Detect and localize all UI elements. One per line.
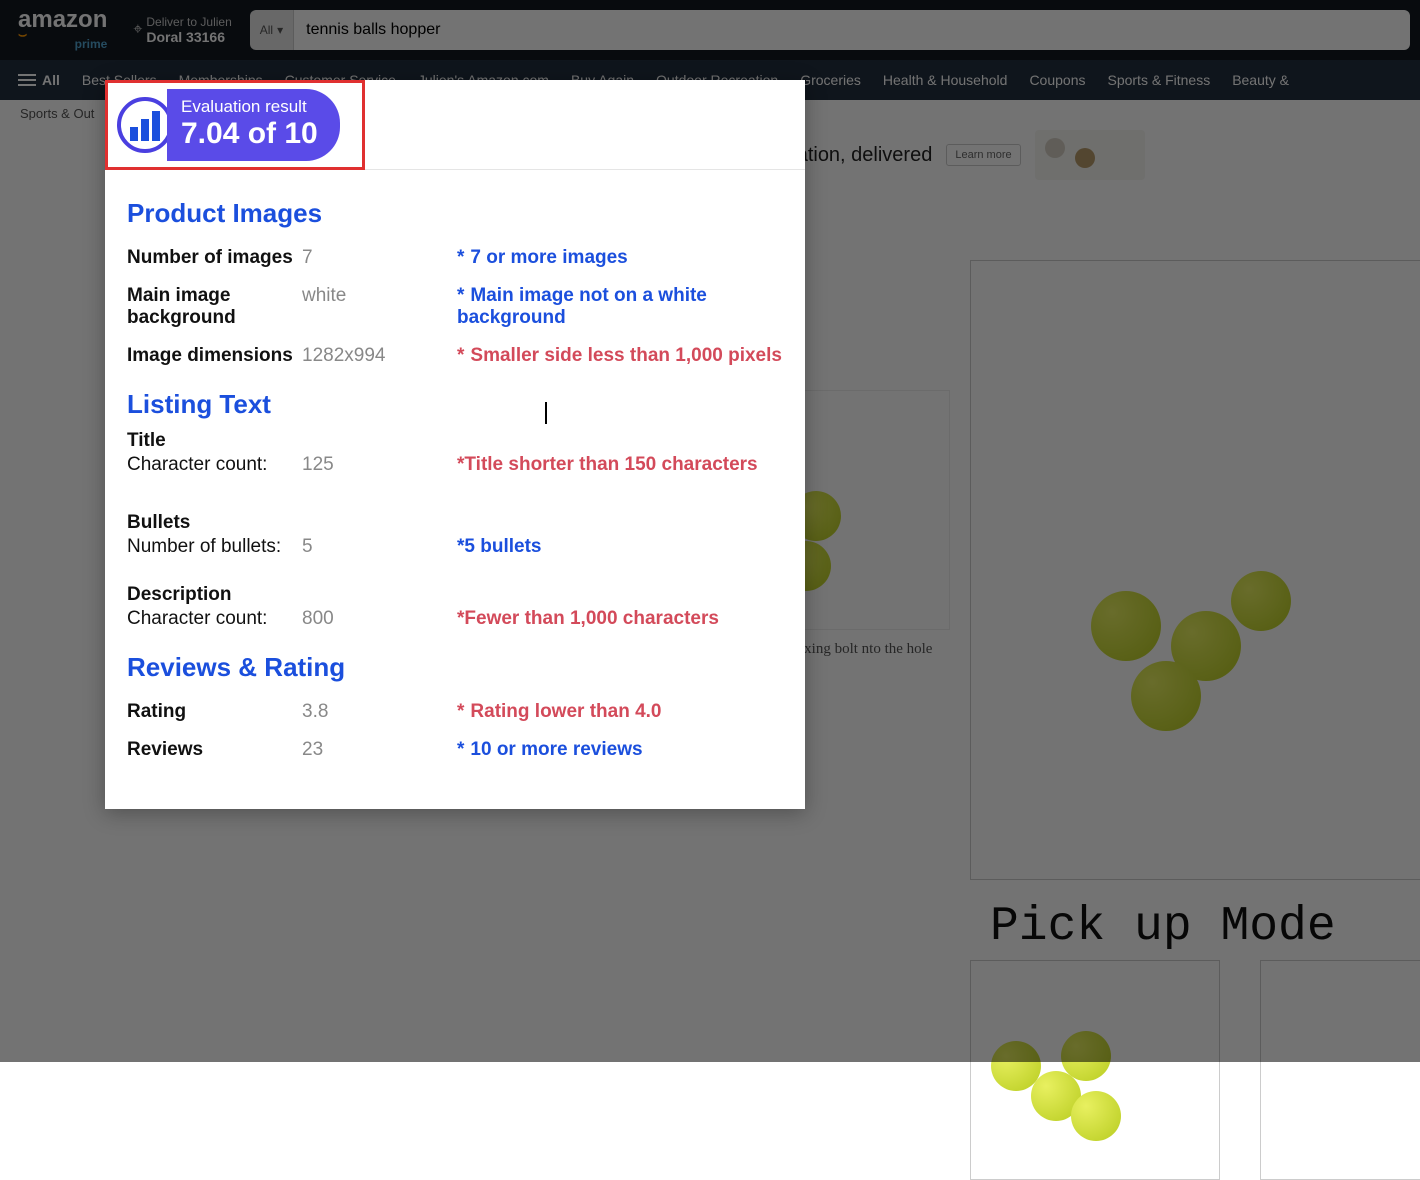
asterisk-icon: * (457, 701, 464, 722)
eval-label: Image dimensions (127, 345, 302, 367)
eval-note: *Main image not on a white background (457, 285, 783, 329)
evaluation-panel: Evaluation result 7.04 of 10 Product Ima… (105, 80, 805, 809)
section-title-listing: Listing Text (127, 389, 783, 420)
eval-label: Character count: (127, 608, 302, 630)
eval-label: Character count: (127, 454, 302, 476)
section-title-reviews: Reviews & Rating (127, 652, 783, 683)
asterisk-icon: * (457, 285, 464, 306)
eval-value: 7 (302, 247, 457, 269)
evaluation-score: 7.04 of 10 (181, 117, 318, 150)
eval-value: 3.8 (302, 701, 457, 723)
evaluation-header: Evaluation result 7.04 of 10 (105, 80, 805, 170)
eval-row: Image dimensions 1282x994 *Smaller side … (127, 337, 783, 375)
section-title-images: Product Images (127, 198, 783, 229)
eval-note: *7 or more images (457, 247, 783, 269)
eval-value: 5 (302, 536, 457, 558)
evaluation-badge-icon (117, 97, 173, 153)
eval-value: 800 (302, 608, 457, 630)
eval-subhead: Description (127, 584, 783, 606)
eval-row: Character count: 125 *Title shorter than… (127, 452, 783, 484)
eval-row: Number of images 7 *7 or more images (127, 239, 783, 277)
eval-label: Rating (127, 701, 302, 723)
eval-row: Main image background white *Main image … (127, 277, 783, 337)
eval-row: Number of bullets: 5 *5 bullets (127, 534, 783, 566)
eval-row: Reviews 23 *10 or more reviews (127, 731, 783, 769)
eval-label: Reviews (127, 739, 302, 761)
eval-label: Main image background (127, 285, 302, 329)
asterisk-icon: * (457, 345, 464, 366)
eval-note: *5 bullets (457, 536, 783, 558)
eval-label: Number of bullets: (127, 536, 302, 558)
eval-label: Number of images (127, 247, 302, 269)
eval-note: *10 or more reviews (457, 739, 783, 761)
eval-row: Rating 3.8 *Rating lower than 4.0 (127, 693, 783, 731)
eval-subhead: Title (127, 430, 783, 452)
eval-value: 23 (302, 739, 457, 761)
eval-note: *Fewer than 1,000 characters (457, 608, 783, 630)
eval-value: 1282x994 (302, 345, 457, 367)
bar-chart-icon (130, 109, 160, 141)
eval-value: white (302, 285, 457, 307)
eval-note: *Title shorter than 150 characters (457, 454, 783, 476)
text-cursor-icon (545, 402, 547, 424)
eval-note: *Smaller side less than 1,000 pixels (457, 345, 783, 367)
eval-value: 125 (302, 454, 457, 476)
evaluation-label: Evaluation result (181, 97, 318, 117)
evaluation-body: Product Images Number of images 7 *7 or … (105, 170, 805, 769)
evaluation-score-pill: Evaluation result 7.04 of 10 (167, 89, 340, 161)
asterisk-icon: * (457, 739, 464, 760)
eval-note: *Rating lower than 4.0 (457, 701, 783, 723)
eval-subhead: Bullets (127, 512, 783, 534)
eval-row: Character count: 800 *Fewer than 1,000 c… (127, 606, 783, 638)
asterisk-icon: * (457, 247, 464, 268)
